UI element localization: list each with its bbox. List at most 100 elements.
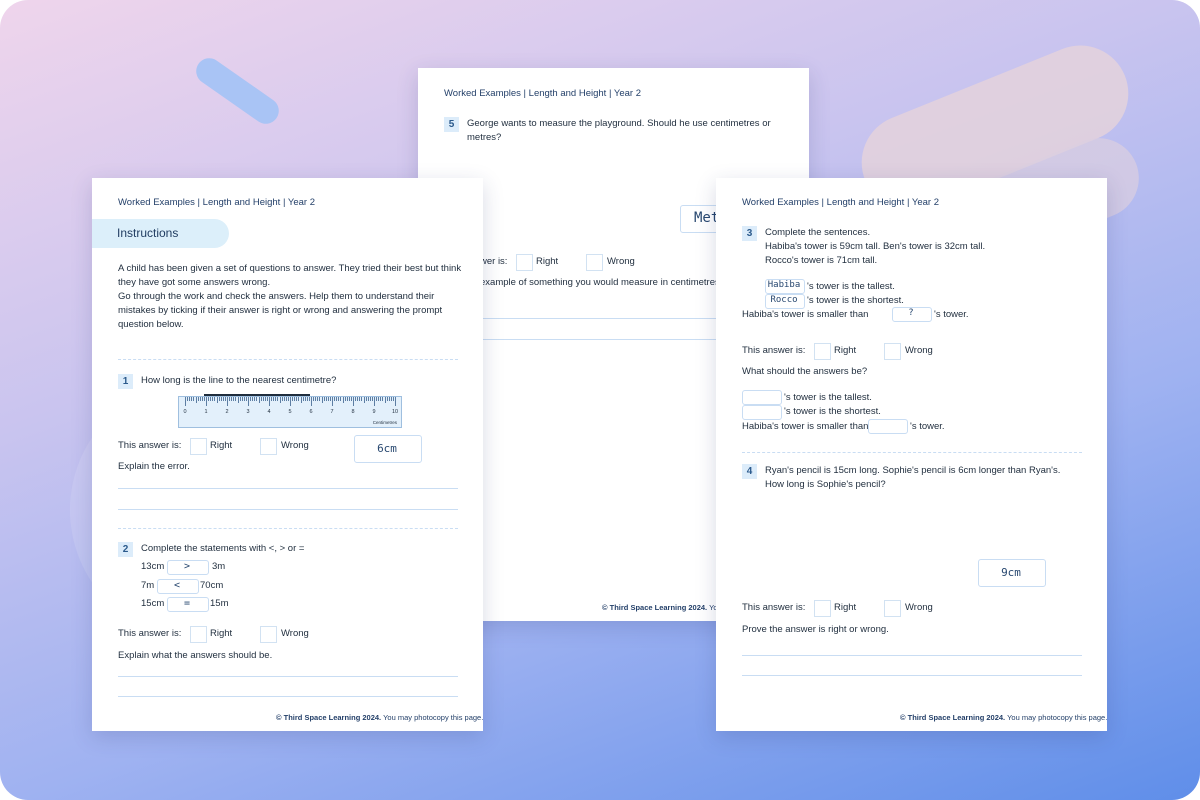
ruler-number: 5 (288, 409, 292, 415)
ruler-tick (218, 397, 220, 401)
ruler-number: 1 (204, 409, 208, 415)
question-number: 3 (742, 226, 757, 241)
ruler-tick (317, 397, 319, 401)
ruler-tick (222, 397, 224, 401)
sentence-text: 's tower. (934, 309, 969, 320)
ruler-tick (306, 397, 308, 401)
answer-line (118, 696, 458, 697)
wrong-checkbox[interactable] (884, 600, 901, 617)
ruler-tick (237, 397, 239, 403)
question-number: 4 (742, 464, 757, 479)
statement-right: 70cm (200, 580, 224, 591)
ruler-tick (208, 397, 210, 401)
ruler-tick (321, 397, 323, 403)
instructions-text: question below. (118, 319, 184, 330)
answer-line (118, 488, 458, 489)
ruler-tick (323, 397, 325, 401)
wrong-label: Wrong (905, 345, 933, 356)
page-header: Worked Examples | Length and Height | Ye… (742, 197, 939, 208)
ruler-tick (195, 397, 197, 403)
ruler-tick (258, 397, 260, 403)
explain-prompt: Explain what the answers should be. (118, 650, 273, 661)
right-checkbox[interactable] (190, 438, 207, 455)
ruler-tick (304, 397, 306, 401)
answer-line (742, 655, 1082, 656)
ruler-tick (300, 397, 302, 403)
ruler-tick (380, 397, 382, 401)
statement-left: 7m (141, 580, 155, 591)
ruler-caption: Centimetres (372, 420, 397, 425)
ruler-tick (313, 397, 315, 401)
ruler-tick (224, 397, 226, 401)
ruler-tick (350, 397, 352, 401)
ruler-number: 7 (330, 409, 334, 415)
ruler-tick (353, 397, 354, 406)
right-checkbox[interactable] (516, 254, 533, 271)
ruler-tick (325, 397, 327, 401)
answer-prompt: This answer is: (742, 345, 806, 356)
child-answer: ? (908, 308, 914, 318)
page-header: Worked Examples | Length and Height | Ye… (118, 197, 315, 208)
ruler-number: 3 (246, 409, 250, 415)
ruler-tick (187, 397, 189, 401)
ruler-tick (334, 397, 336, 401)
answer-box (742, 390, 782, 405)
ruler-tick (212, 397, 214, 401)
ruler-tick (185, 397, 186, 406)
ruler-tick (245, 397, 247, 401)
section-divider (742, 452, 1082, 453)
ruler-tick (283, 397, 285, 401)
ruler-tick (298, 397, 300, 401)
sentence-text: Habiba's tower is smaller than (742, 309, 869, 320)
question-number: 1 (118, 374, 133, 389)
right-checkbox[interactable] (814, 343, 831, 360)
question-text: How long is the line to the nearest cent… (141, 375, 337, 386)
ruler-tick (376, 397, 378, 401)
right-checkbox[interactable] (814, 600, 831, 617)
ruler-tick (395, 397, 396, 406)
answer-line (742, 675, 1082, 676)
instructions-text: they have got some answers wrong. (118, 277, 271, 288)
ruler-number: 4 (267, 409, 271, 415)
sentence-text: 's tower is the shortest. (807, 295, 904, 306)
wrong-checkbox[interactable] (884, 343, 901, 360)
answer-box (868, 419, 908, 434)
ruler-tick (359, 397, 361, 401)
ruler-tick (269, 397, 270, 406)
ruler-tick (281, 397, 283, 401)
instructions-tab: Instructions (92, 219, 229, 248)
wrong-checkbox[interactable] (586, 254, 603, 271)
ruler-tick (332, 397, 333, 406)
ruler-tick (252, 397, 254, 401)
worksheet-page-left: Worked Examples | Length and Height | Ye… (92, 178, 483, 731)
question-text: How long is Sophie's pencil? (765, 479, 886, 490)
ruler-tick (266, 397, 268, 401)
ruler-tick (392, 397, 394, 401)
answer-prompt: This answer is: (118, 440, 182, 451)
ruler-tick (277, 397, 279, 401)
ruler-tick (327, 397, 329, 401)
ruler-tick (346, 397, 348, 401)
ruler-tick (367, 397, 369, 401)
wrong-checkbox[interactable] (260, 626, 277, 643)
right-label: Right (210, 440, 233, 451)
right-checkbox[interactable] (190, 626, 207, 643)
ruler-tick (241, 397, 243, 401)
ruler-number: 8 (351, 409, 355, 415)
ruler-tick (197, 397, 199, 401)
ruler-tick (262, 397, 264, 401)
sentence-text: 's tower is the tallest. (807, 281, 895, 292)
ruler-tick (227, 397, 228, 406)
explain-prompt: Explain the error. (118, 461, 190, 472)
statement-right: 15m (210, 598, 229, 609)
section-divider (118, 528, 458, 529)
ruler-tick (365, 397, 367, 401)
ruler-tick (296, 397, 298, 401)
ruler-tick (390, 397, 392, 401)
question-text: Complete the statements with <, > or = (141, 543, 305, 554)
wrong-checkbox[interactable] (260, 438, 277, 455)
child-symbol: > (183, 561, 191, 572)
sentence-text: 's tower is the shortest. (784, 406, 881, 417)
ruler-number: 0 (183, 409, 187, 415)
ruler-tick (384, 397, 386, 403)
